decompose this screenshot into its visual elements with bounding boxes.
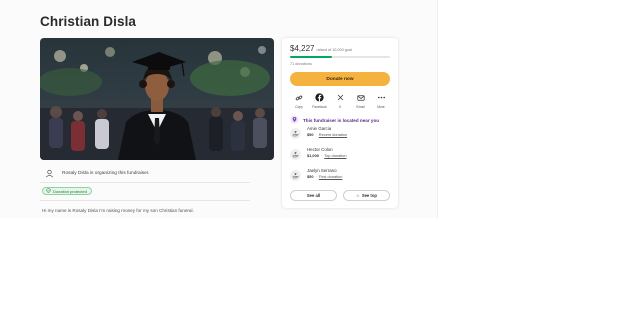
- raised-suffix: raised of 10,000 goal: [316, 48, 352, 52]
- share-copy-button[interactable]: Copy: [290, 92, 308, 109]
- facebook-icon: [314, 92, 325, 103]
- share-label: Copy: [295, 104, 303, 109]
- x-icon: [335, 92, 346, 103]
- separator-dot: ·: [315, 132, 317, 137]
- donor-tag-first[interactable]: First donation: [319, 174, 343, 179]
- raised-amount: $4,227: [290, 44, 315, 53]
- see-all-button[interactable]: See all: [290, 190, 337, 201]
- share-label: More: [377, 104, 385, 109]
- donor-item: Amie Garcia $50 · Recent donation: [290, 126, 390, 147]
- user-icon: [42, 166, 56, 180]
- email-icon: [355, 92, 366, 103]
- share-facebook-button[interactable]: Facebook: [311, 92, 329, 109]
- share-label: X: [338, 104, 342, 109]
- organizer-text: Rosaly Disla is organizing this fundrais…: [62, 170, 150, 176]
- donor-item: Jaelyn Serrano $50 · First donation: [290, 168, 390, 189]
- see-top-label: See top: [361, 193, 377, 198]
- divider: [40, 200, 250, 201]
- separator-dot: ·: [320, 153, 323, 158]
- progress-bar: [290, 56, 390, 58]
- share-x-button[interactable]: X: [331, 92, 349, 109]
- story-text: Hi my name is Rosaly Disla I'm raising m…: [42, 208, 194, 213]
- donate-now-button[interactable]: Donate now: [290, 72, 390, 86]
- recent-donors-list: Amie Garcia $50 · Recent donation Hector C…: [290, 126, 390, 189]
- organizer-row[interactable]: Rosaly Disla is organizing this fundrais…: [42, 166, 149, 180]
- donor-hand-heart-icon: [290, 170, 301, 181]
- share-email-button[interactable]: Email: [352, 92, 370, 109]
- share-row: Copy Facebook X Email More: [290, 92, 390, 109]
- donation-card: $4,227 raised of 10,000 goal 71 donations…: [282, 38, 398, 208]
- donor-actions: See all ☆ See top: [290, 190, 390, 201]
- donor-tag-top[interactable]: Top donation: [324, 153, 346, 158]
- donor-hand-heart-icon: [290, 128, 301, 139]
- link-icon: [294, 92, 305, 103]
- divider: [40, 182, 250, 183]
- donor-item: Hector Colon $1,000 · Top donation: [290, 147, 390, 168]
- see-top-button[interactable]: ☆ See top: [343, 190, 390, 201]
- donor-amount: $1,000: [307, 153, 319, 158]
- amount-raised: $4,227 raised of 10,000 goal: [290, 44, 352, 53]
- donor-name: Amie Garcia: [307, 126, 332, 131]
- donor-hand-heart-icon: [290, 149, 301, 160]
- progress-fill: [290, 56, 332, 58]
- campaign-photo[interactable]: [40, 38, 274, 160]
- separator-dot: ·: [315, 174, 317, 179]
- donor-amount: $50: [307, 174, 314, 179]
- donor-amount: $50: [307, 132, 314, 137]
- donor-tag-recent[interactable]: Recent donation: [319, 132, 347, 137]
- share-label: Email: [356, 104, 365, 109]
- donation-protected-label: Donation protected: [53, 188, 87, 194]
- more-icon: [376, 92, 387, 103]
- campaign-photo-illustration: [40, 46, 274, 160]
- shield-check-icon: [46, 188, 51, 194]
- nearby-text: This fundraiser is located near you: [303, 117, 380, 123]
- page-edge: [437, 0, 438, 218]
- donor-name: Jaelyn Serrano: [307, 168, 337, 173]
- donor-name: Hector Colon: [307, 147, 333, 152]
- page-title: Christian Disla: [40, 14, 137, 29]
- donation-protected-badge[interactable]: Donation protected: [42, 187, 92, 195]
- share-label: Facebook: [312, 104, 327, 109]
- star-icon: ☆: [356, 193, 360, 198]
- donation-count: 71 donations: [290, 62, 312, 66]
- share-more-button[interactable]: More: [372, 92, 390, 109]
